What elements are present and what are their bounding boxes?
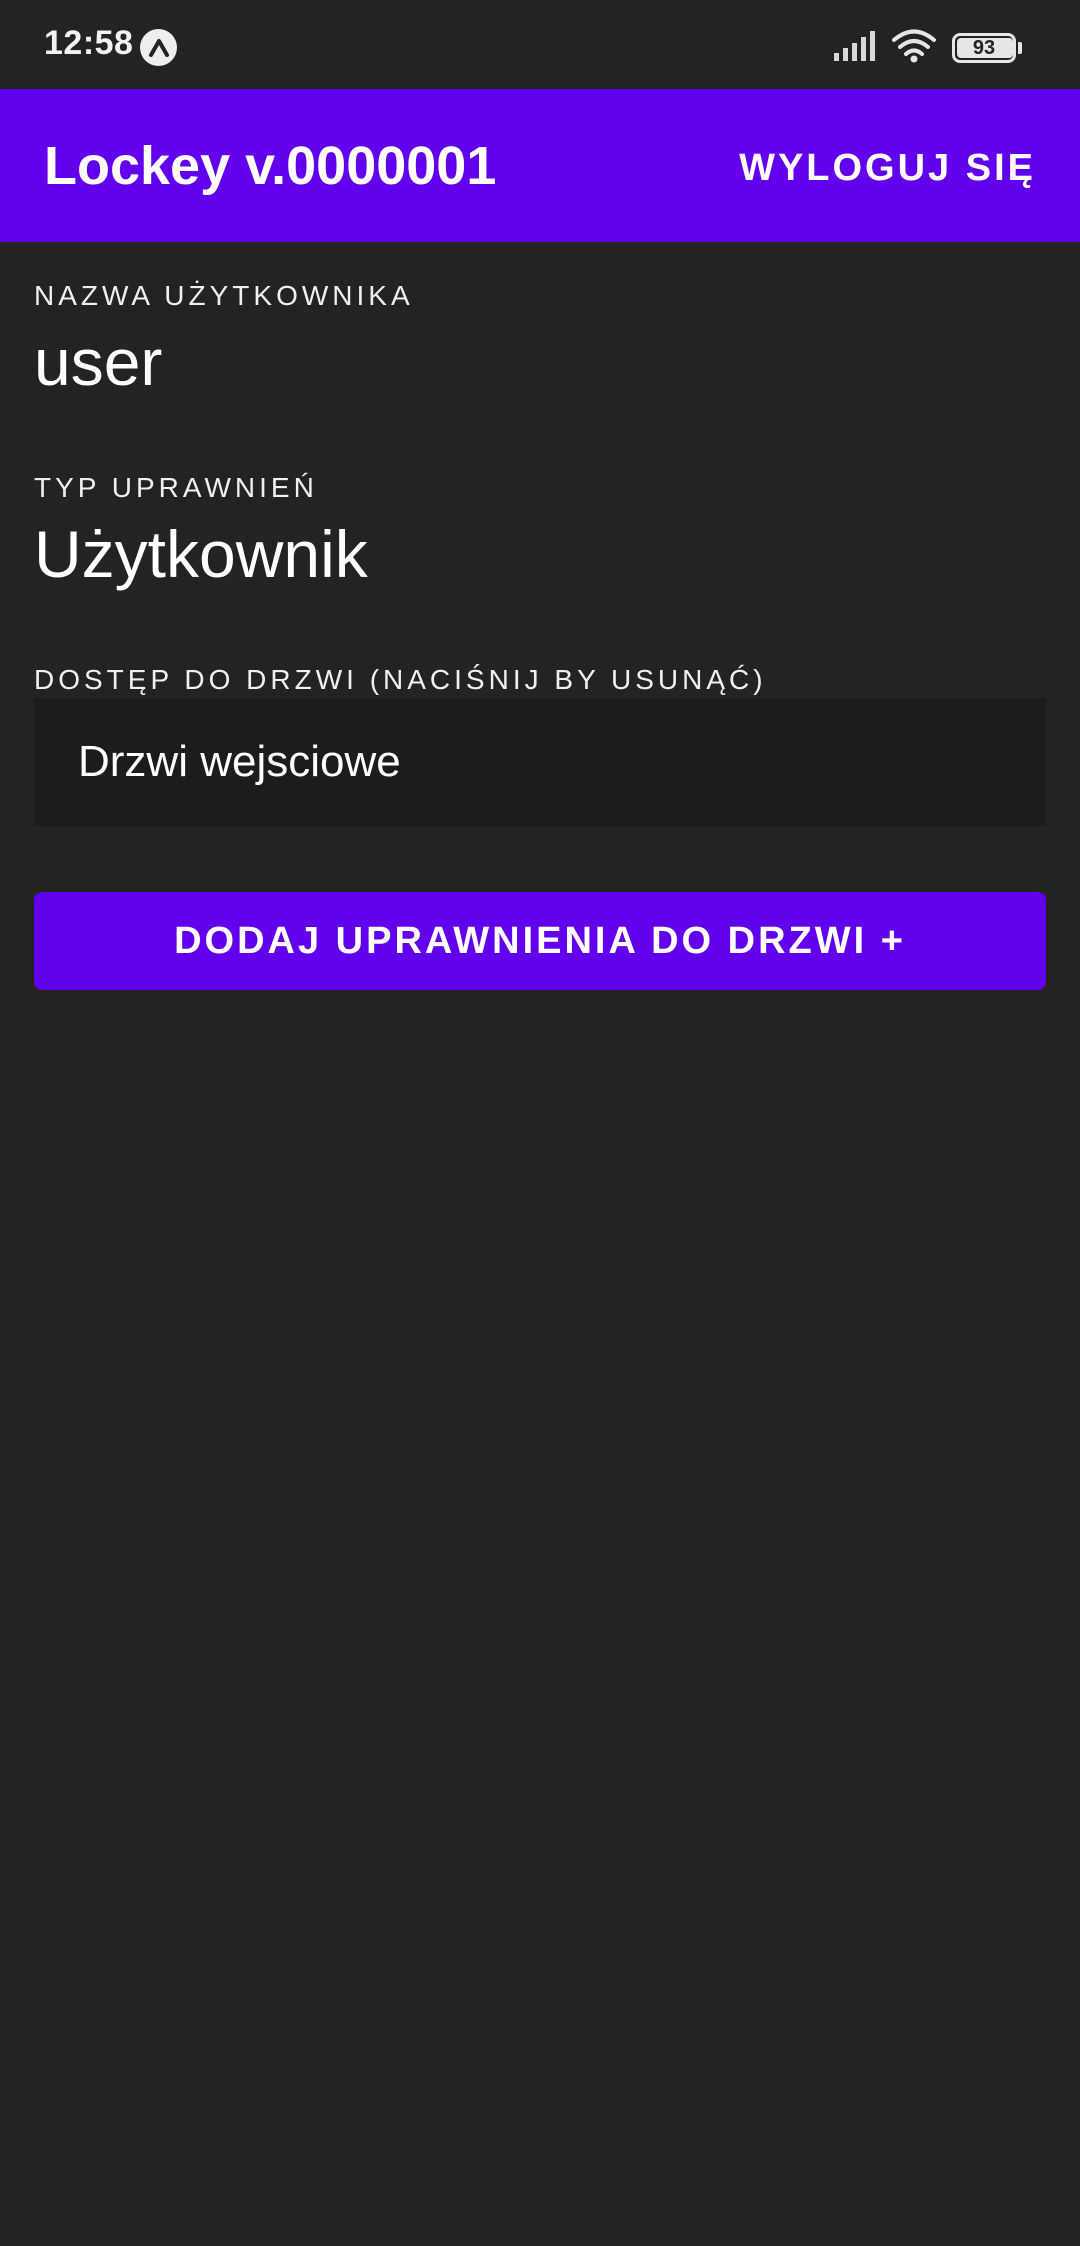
app-badge-icon — [140, 29, 177, 66]
logout-button[interactable]: WYLOGUJ SIĘ — [739, 147, 1036, 190]
permission-label: TYP UPRAWNIEŃ — [34, 472, 318, 503]
app-bar: Lockey v.0000001 WYLOGUJ SIĘ — [0, 89, 1080, 242]
door-list-item[interactable]: Drzwi wejsciowe — [34, 698, 1046, 826]
signal-icon — [834, 30, 876, 66]
username-label: NAZWA UŻYTKOWNIKA — [34, 280, 414, 311]
door-access-label: DOSTĘP DO DRZWI (NACIŚNIJ BY USUNĄĆ) — [34, 664, 767, 695]
status-bar: 12:58 93 — [0, 0, 1080, 89]
app-title: Lockey v.0000001 — [44, 136, 497, 196]
battery-icon: 93 — [952, 33, 1016, 63]
username-value: user — [34, 325, 163, 399]
door-list: Drzwi wejsciowe — [34, 698, 1046, 826]
permission-value: Użytkownik — [34, 517, 368, 591]
status-icons: 93 — [834, 28, 1022, 68]
battery-level: 93 — [972, 36, 996, 59]
add-door-permission-button[interactable]: DODAJ UPRAWNIENIA DO DRZWI + — [34, 892, 1046, 990]
status-time: 12:58 — [44, 24, 134, 62]
wifi-icon — [892, 29, 936, 68]
battery-tip — [1018, 42, 1022, 54]
